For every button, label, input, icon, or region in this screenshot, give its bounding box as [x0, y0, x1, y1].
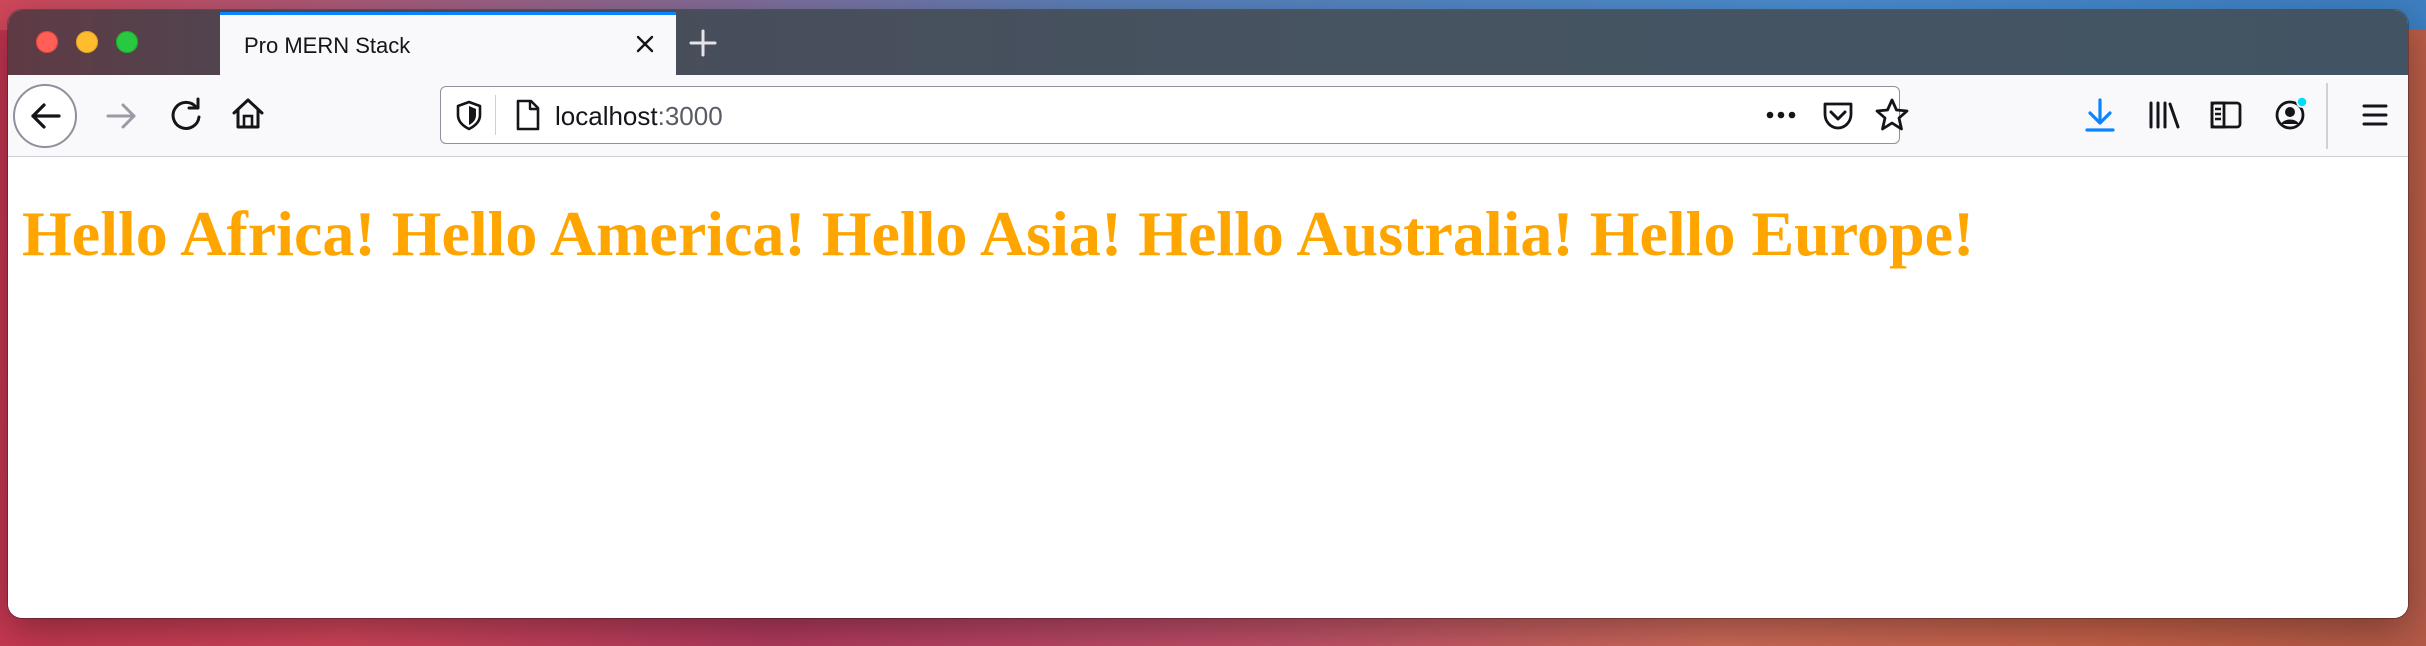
tab-strip: Pro MERN Stack [8, 10, 2408, 75]
hamburger-menu-icon [2362, 104, 2388, 126]
tab-title: Pro MERN Stack [244, 33, 411, 58]
forward-button[interactable] [100, 94, 144, 138]
account-button[interactable] [2268, 92, 2312, 136]
pocket-icon[interactable] [1816, 93, 1860, 137]
reload-icon [171, 97, 201, 130]
arrow-right-icon [106, 103, 136, 129]
reload-button[interactable] [164, 93, 208, 137]
library-icon [2149, 101, 2180, 129]
address-bar[interactable]: localhost:3000 [440, 86, 1909, 144]
home-button[interactable] [226, 92, 270, 136]
hello-continents-heading: Hello Africa! Hello America! Hello Asia!… [22, 198, 1975, 269]
sidebar-button[interactable] [2204, 93, 2248, 137]
more-horizontal-icon[interactable] [1759, 93, 1803, 137]
navigation-toolbar: localhost:3000 [8, 75, 2408, 157]
close-tab-icon[interactable] [628, 27, 662, 61]
downloads-button[interactable] [2078, 93, 2122, 137]
arrow-left-icon [31, 103, 61, 129]
browser-window: Pro MERN Stack localhost:3000 Hello Afri… [8, 10, 2408, 618]
page-content: Hello Africa! Hello America! Hello Asia!… [8, 157, 2408, 618]
account-icon [2275, 96, 2308, 130]
tab-pro-mern-stack[interactable]: Pro MERN Stack [220, 12, 676, 75]
home-icon [232, 98, 264, 129]
toolbar-separator [2326, 83, 2328, 149]
url-host: localhost [555, 101, 658, 131]
url-field[interactable]: localhost:3000 [555, 101, 723, 132]
application-menu-button[interactable] [2353, 93, 2397, 137]
page-icon[interactable] [505, 93, 549, 137]
library-button[interactable] [2142, 93, 2186, 137]
url-port: :3000 [657, 101, 723, 131]
back-button[interactable] [13, 84, 77, 148]
download-icon [2085, 98, 2115, 132]
shield-icon[interactable] [447, 93, 491, 137]
star-icon[interactable] [1870, 93, 1914, 137]
new-tab-plus-icon[interactable] [684, 24, 722, 62]
fullscreen-window-button[interactable] [116, 31, 138, 53]
sidebar-icon [2210, 101, 2242, 129]
close-window-button[interactable] [36, 31, 58, 53]
address-bar-separator [495, 95, 496, 135]
minimize-window-button[interactable] [76, 31, 98, 53]
